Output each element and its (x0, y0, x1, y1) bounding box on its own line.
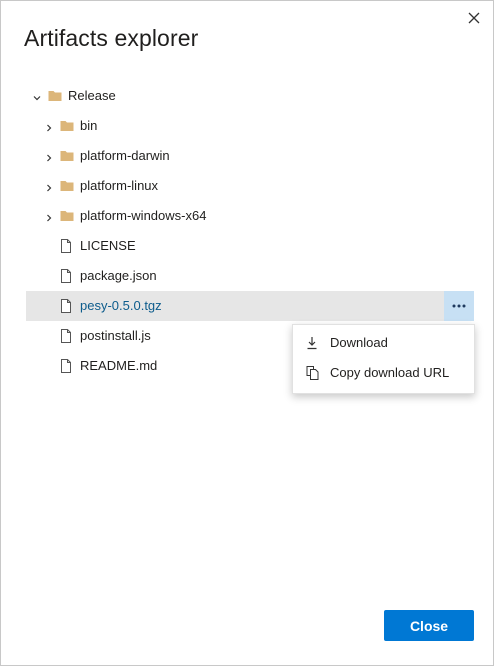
chevron-right-icon[interactable] (44, 121, 54, 132)
chevron-right-icon[interactable] (44, 151, 54, 162)
tree-item-label: README.md (80, 358, 158, 373)
menu-item-label: Copy download URL (330, 365, 450, 380)
tree-item-label: pesy-0.5.0.tgz (80, 298, 162, 313)
close-icon[interactable] (463, 7, 485, 29)
tree-item-label: platform-darwin (80, 148, 170, 163)
tree-item-release[interactable]: Release (26, 81, 474, 111)
tree-item-bin[interactable]: bin (26, 111, 474, 141)
close-button[interactable]: Close (384, 610, 474, 641)
file-icon (60, 269, 72, 286)
file-icon (60, 329, 72, 346)
tree-item-label: package.json (80, 268, 157, 283)
more-actions-button[interactable] (444, 291, 474, 321)
tree-item-label: Release (68, 88, 116, 103)
file-icon (60, 239, 72, 256)
tree-item-platform-darwin[interactable]: platform-darwin (26, 141, 474, 171)
folder-icon (60, 179, 74, 195)
tree-item-pesy-tgz[interactable]: pesy-0.5.0.tgz (26, 291, 474, 321)
menu-item-download[interactable]: Download (293, 328, 474, 358)
menu-item-label: Download (330, 335, 388, 350)
chevron-right-icon[interactable] (44, 211, 54, 222)
artifacts-dialog: Artifacts explorer Release bin platform-… (0, 0, 494, 666)
menu-item-copy-download-url[interactable]: Copy download URL (293, 358, 474, 388)
tree-item-label: postinstall.js (80, 328, 151, 343)
folder-icon (48, 89, 62, 105)
tree-item-label: LICENSE (80, 238, 136, 253)
file-icon (60, 359, 72, 376)
chevron-down-icon[interactable] (32, 91, 42, 101)
folder-icon (60, 119, 74, 135)
tree-item-platform-linux[interactable]: platform-linux (26, 171, 474, 201)
tree-item-label: platform-windows-x64 (80, 208, 207, 223)
folder-icon (60, 149, 74, 165)
tree-item-platform-windows-x64[interactable]: platform-windows-x64 (26, 201, 474, 231)
tree-item-package-json[interactable]: package.json (26, 261, 474, 291)
tree-item-label: bin (80, 118, 98, 133)
context-menu: Download Copy download URL (292, 324, 475, 394)
tree-item-label: platform-linux (80, 178, 159, 193)
tree-item-license[interactable]: LICENSE (26, 231, 474, 261)
folder-icon (60, 209, 74, 225)
file-icon (60, 299, 72, 316)
chevron-right-icon[interactable] (44, 181, 54, 192)
more-icon (452, 304, 466, 308)
copy-icon (306, 366, 319, 383)
download-icon (306, 336, 318, 353)
dialog-title: Artifacts explorer (24, 25, 199, 51)
